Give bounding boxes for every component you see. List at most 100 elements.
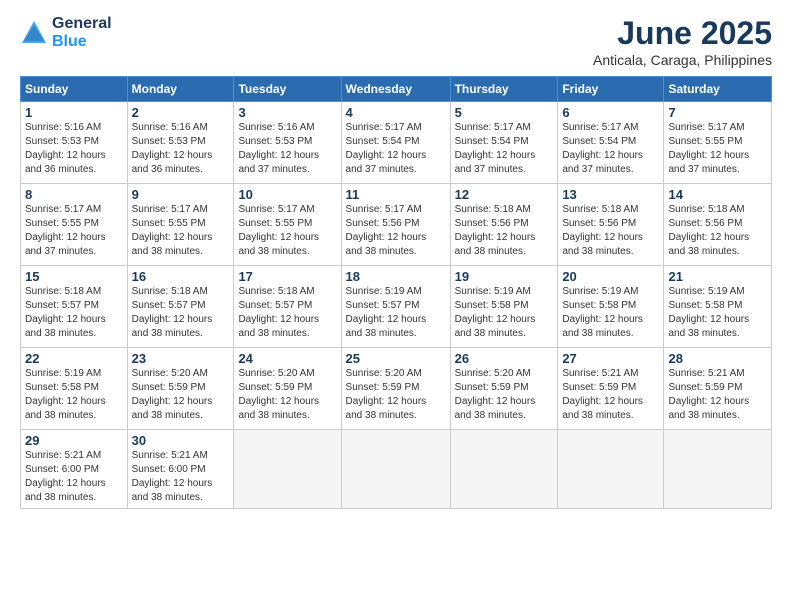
calendar-cell (664, 430, 772, 509)
calendar-cell: 7Sunrise: 5:17 AMSunset: 5:55 PMDaylight… (664, 102, 772, 184)
day-number: 15 (25, 269, 123, 284)
day-number: 22 (25, 351, 123, 366)
calendar-cell: 22Sunrise: 5:19 AMSunset: 5:58 PMDayligh… (21, 348, 128, 430)
col-monday: Monday (127, 77, 234, 102)
calendar-cell: 11Sunrise: 5:17 AMSunset: 5:56 PMDayligh… (341, 184, 450, 266)
day-info: Sunrise: 5:19 AMSunset: 5:58 PMDaylight:… (455, 285, 554, 341)
logo: General Blue (20, 15, 112, 51)
day-info: Sunrise: 5:19 AMSunset: 5:58 PMDaylight:… (668, 285, 767, 341)
day-info: Sunrise: 5:18 AMSunset: 5:56 PMDaylight:… (455, 203, 554, 259)
week-row-3: 15Sunrise: 5:18 AMSunset: 5:57 PMDayligh… (21, 266, 772, 348)
calendar-cell (341, 430, 450, 509)
day-number: 1 (25, 105, 123, 120)
day-info: Sunrise: 5:21 AMSunset: 5:59 PMDaylight:… (562, 367, 659, 423)
calendar-cell: 5Sunrise: 5:17 AMSunset: 5:54 PMDaylight… (450, 102, 558, 184)
logo-icon (20, 19, 48, 47)
day-info: Sunrise: 5:16 AMSunset: 5:53 PMDaylight:… (25, 121, 123, 177)
col-saturday: Saturday (664, 77, 772, 102)
day-info: Sunrise: 5:20 AMSunset: 5:59 PMDaylight:… (132, 367, 230, 423)
calendar-cell (234, 430, 341, 509)
calendar-cell: 29Sunrise: 5:21 AMSunset: 6:00 PMDayligh… (21, 430, 128, 509)
week-row-4: 22Sunrise: 5:19 AMSunset: 5:58 PMDayligh… (21, 348, 772, 430)
calendar-cell: 19Sunrise: 5:19 AMSunset: 5:58 PMDayligh… (450, 266, 558, 348)
calendar-header-row: Sunday Monday Tuesday Wednesday Thursday… (21, 77, 772, 102)
col-thursday: Thursday (450, 77, 558, 102)
day-info: Sunrise: 5:20 AMSunset: 5:59 PMDaylight:… (346, 367, 446, 423)
calendar-cell (558, 430, 664, 509)
calendar-cell: 9Sunrise: 5:17 AMSunset: 5:55 PMDaylight… (127, 184, 234, 266)
title-section: June 2025 Anticala, Caraga, Philippines (593, 15, 772, 68)
day-number: 30 (132, 433, 230, 448)
day-number: 24 (238, 351, 336, 366)
week-row-2: 8Sunrise: 5:17 AMSunset: 5:55 PMDaylight… (21, 184, 772, 266)
day-number: 3 (238, 105, 336, 120)
day-number: 19 (455, 269, 554, 284)
calendar-cell: 27Sunrise: 5:21 AMSunset: 5:59 PMDayligh… (558, 348, 664, 430)
day-info: Sunrise: 5:17 AMSunset: 5:54 PMDaylight:… (562, 121, 659, 177)
calendar-cell: 17Sunrise: 5:18 AMSunset: 5:57 PMDayligh… (234, 266, 341, 348)
day-info: Sunrise: 5:17 AMSunset: 5:55 PMDaylight:… (238, 203, 336, 259)
day-number: 28 (668, 351, 767, 366)
week-row-5: 29Sunrise: 5:21 AMSunset: 6:00 PMDayligh… (21, 430, 772, 509)
day-info: Sunrise: 5:16 AMSunset: 5:53 PMDaylight:… (238, 121, 336, 177)
day-number: 8 (25, 187, 123, 202)
calendar-cell: 6Sunrise: 5:17 AMSunset: 5:54 PMDaylight… (558, 102, 664, 184)
page-container: General Blue June 2025 Anticala, Caraga,… (0, 0, 792, 519)
day-info: Sunrise: 5:19 AMSunset: 5:58 PMDaylight:… (562, 285, 659, 341)
day-info: Sunrise: 5:18 AMSunset: 5:56 PMDaylight:… (562, 203, 659, 259)
day-info: Sunrise: 5:19 AMSunset: 5:58 PMDaylight:… (25, 367, 123, 423)
col-sunday: Sunday (21, 77, 128, 102)
day-info: Sunrise: 5:18 AMSunset: 5:57 PMDaylight:… (25, 285, 123, 341)
day-info: Sunrise: 5:20 AMSunset: 5:59 PMDaylight:… (238, 367, 336, 423)
day-info: Sunrise: 5:20 AMSunset: 5:59 PMDaylight:… (455, 367, 554, 423)
day-number: 16 (132, 269, 230, 284)
calendar-cell: 12Sunrise: 5:18 AMSunset: 5:56 PMDayligh… (450, 184, 558, 266)
header: General Blue June 2025 Anticala, Caraga,… (20, 15, 772, 68)
day-info: Sunrise: 5:17 AMSunset: 5:55 PMDaylight:… (25, 203, 123, 259)
col-tuesday: Tuesday (234, 77, 341, 102)
day-number: 6 (562, 105, 659, 120)
calendar-cell: 4Sunrise: 5:17 AMSunset: 5:54 PMDaylight… (341, 102, 450, 184)
calendar-cell: 2Sunrise: 5:16 AMSunset: 5:53 PMDaylight… (127, 102, 234, 184)
calendar-cell: 23Sunrise: 5:20 AMSunset: 5:59 PMDayligh… (127, 348, 234, 430)
calendar-cell: 14Sunrise: 5:18 AMSunset: 5:56 PMDayligh… (664, 184, 772, 266)
day-info: Sunrise: 5:21 AMSunset: 5:59 PMDaylight:… (668, 367, 767, 423)
day-number: 4 (346, 105, 446, 120)
calendar-cell: 21Sunrise: 5:19 AMSunset: 5:58 PMDayligh… (664, 266, 772, 348)
day-info: Sunrise: 5:21 AMSunset: 6:00 PMDaylight:… (25, 449, 123, 505)
calendar-cell: 16Sunrise: 5:18 AMSunset: 5:57 PMDayligh… (127, 266, 234, 348)
day-number: 29 (25, 433, 123, 448)
col-wednesday: Wednesday (341, 77, 450, 102)
day-info: Sunrise: 5:17 AMSunset: 5:56 PMDaylight:… (346, 203, 446, 259)
calendar-cell: 3Sunrise: 5:16 AMSunset: 5:53 PMDaylight… (234, 102, 341, 184)
day-info: Sunrise: 5:17 AMSunset: 5:55 PMDaylight:… (668, 121, 767, 177)
day-number: 7 (668, 105, 767, 120)
calendar-cell: 18Sunrise: 5:19 AMSunset: 5:57 PMDayligh… (341, 266, 450, 348)
logo-text: General Blue (52, 15, 112, 51)
col-friday: Friday (558, 77, 664, 102)
calendar-table: Sunday Monday Tuesday Wednesday Thursday… (20, 76, 772, 509)
day-info: Sunrise: 5:19 AMSunset: 5:57 PMDaylight:… (346, 285, 446, 341)
day-number: 17 (238, 269, 336, 284)
day-info: Sunrise: 5:21 AMSunset: 6:00 PMDaylight:… (132, 449, 230, 505)
calendar-cell: 15Sunrise: 5:18 AMSunset: 5:57 PMDayligh… (21, 266, 128, 348)
calendar-cell: 8Sunrise: 5:17 AMSunset: 5:55 PMDaylight… (21, 184, 128, 266)
calendar-cell: 25Sunrise: 5:20 AMSunset: 5:59 PMDayligh… (341, 348, 450, 430)
calendar-cell: 10Sunrise: 5:17 AMSunset: 5:55 PMDayligh… (234, 184, 341, 266)
location: Anticala, Caraga, Philippines (593, 52, 772, 68)
calendar-cell: 30Sunrise: 5:21 AMSunset: 6:00 PMDayligh… (127, 430, 234, 509)
day-info: Sunrise: 5:18 AMSunset: 5:57 PMDaylight:… (238, 285, 336, 341)
month-title: June 2025 (593, 15, 772, 52)
day-number: 5 (455, 105, 554, 120)
day-number: 25 (346, 351, 446, 366)
day-number: 10 (238, 187, 336, 202)
calendar-cell: 20Sunrise: 5:19 AMSunset: 5:58 PMDayligh… (558, 266, 664, 348)
calendar-cell: 1Sunrise: 5:16 AMSunset: 5:53 PMDaylight… (21, 102, 128, 184)
day-info: Sunrise: 5:17 AMSunset: 5:54 PMDaylight:… (455, 121, 554, 177)
day-number: 20 (562, 269, 659, 284)
day-number: 26 (455, 351, 554, 366)
day-number: 21 (668, 269, 767, 284)
calendar-cell: 28Sunrise: 5:21 AMSunset: 5:59 PMDayligh… (664, 348, 772, 430)
day-number: 9 (132, 187, 230, 202)
day-info: Sunrise: 5:17 AMSunset: 5:55 PMDaylight:… (132, 203, 230, 259)
